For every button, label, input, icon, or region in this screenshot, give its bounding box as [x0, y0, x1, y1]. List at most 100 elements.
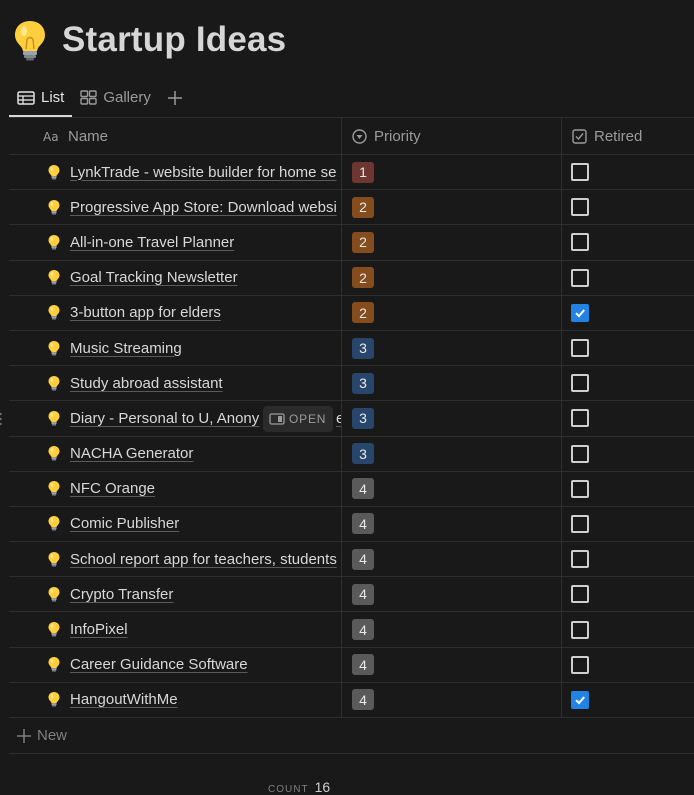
row-name[interactable]: Diary - Personal to U, Anony: [70, 410, 259, 427]
retired-checkbox[interactable]: [571, 339, 589, 358]
retired-checkbox[interactable]: [571, 514, 589, 533]
column-header-name[interactable]: Aa Name: [9, 118, 342, 154]
row-name[interactable]: Progressive App Store: Download websi: [70, 199, 337, 216]
add-view-button[interactable]: [161, 84, 189, 112]
table-row[interactable]: 3-button app for elders 2: [9, 295, 694, 331]
retired-checkbox[interactable]: [571, 550, 589, 569]
priority-cell[interactable]: 2: [342, 260, 562, 295]
name-cell[interactable]: All-in-one Travel Planner: [9, 225, 342, 260]
retired-checkbox[interactable]: [571, 444, 589, 463]
row-name[interactable]: Study abroad assistant: [70, 375, 223, 392]
name-cell[interactable]: NFC Orange: [9, 471, 342, 506]
table-row[interactable]: Crypto Transfer 4: [9, 577, 694, 613]
retired-checkbox[interactable]: [571, 479, 589, 498]
retired-checkbox[interactable]: [571, 233, 589, 252]
priority-cell[interactable]: 4: [342, 647, 562, 682]
retired-cell[interactable]: [562, 472, 694, 506]
row-name[interactable]: Career Guidance Software: [70, 656, 248, 673]
table-row[interactable]: School report app for teachers, students…: [9, 542, 694, 578]
priority-cell[interactable]: 3: [342, 436, 562, 471]
retired-cell[interactable]: [562, 366, 694, 400]
name-cell[interactable]: School report app for teachers, students: [9, 542, 342, 577]
column-header-priority[interactable]: Priority: [342, 118, 562, 154]
priority-cell[interactable]: 3: [342, 366, 562, 401]
new-row-button[interactable]: New: [9, 718, 694, 754]
retired-checkbox[interactable]: [571, 268, 589, 287]
table-row[interactable]: LynkTrade - website builder for home se …: [9, 155, 694, 191]
tab-list[interactable]: List: [9, 78, 73, 117]
priority-cell[interactable]: 4: [342, 506, 562, 542]
retired-cell[interactable]: [562, 437, 694, 471]
row-name[interactable]: NFC Orange: [70, 480, 155, 497]
priority-cell[interactable]: 1: [342, 155, 562, 190]
name-cell[interactable]: Goal Tracking Newsletter: [9, 260, 342, 295]
retired-checkbox[interactable]: [571, 690, 589, 709]
priority-cell[interactable]: 2: [342, 225, 562, 260]
name-cell[interactable]: Progressive App Store: Download websi: [9, 190, 342, 225]
retired-cell[interactable]: [562, 577, 694, 611]
priority-cell[interactable]: 4: [342, 577, 562, 612]
priority-cell[interactable]: 3: [342, 330, 562, 366]
retired-cell[interactable]: [562, 225, 694, 259]
retired-cell[interactable]: [562, 190, 694, 224]
lightbulb-icon[interactable]: [12, 19, 48, 61]
table-row[interactable]: Study abroad assistant 3: [9, 366, 694, 402]
table-row[interactable]: NFC Orange 4: [9, 471, 694, 507]
retired-checkbox[interactable]: [571, 409, 589, 428]
priority-cell[interactable]: 4: [342, 471, 562, 506]
row-name[interactable]: Comic Publisher: [70, 515, 179, 532]
name-cell[interactable]: Diary - Personal to U, Anony OPEN e: [9, 401, 342, 436]
retired-checkbox[interactable]: [571, 198, 589, 217]
retired-cell[interactable]: [562, 507, 694, 541]
row-name[interactable]: All-in-one Travel Planner: [70, 234, 234, 251]
priority-cell[interactable]: 2: [342, 190, 562, 225]
table-row[interactable]: HangoutWithMe 4: [9, 682, 694, 718]
name-cell[interactable]: Crypto Transfer: [9, 577, 342, 612]
table-row[interactable]: All-in-one Travel Planner 2: [9, 225, 694, 261]
table-row[interactable]: NACHA Generator 3: [9, 436, 694, 472]
table-row[interactable]: InfoPixel 4: [9, 612, 694, 648]
table-row[interactable]: Diary - Personal to U, Anony OPEN e 3: [0, 401, 694, 437]
table-row[interactable]: Comic Publisher 4: [9, 506, 694, 543]
name-cell[interactable]: Music Streaming: [9, 330, 342, 366]
name-cell[interactable]: InfoPixel: [9, 612, 342, 647]
retired-cell[interactable]: [562, 155, 694, 189]
retired-checkbox[interactable]: [571, 585, 589, 604]
table-row[interactable]: Goal Tracking Newsletter 2: [9, 260, 694, 296]
retired-cell[interactable]: [562, 401, 694, 435]
retired-checkbox[interactable]: [571, 374, 589, 393]
retired-checkbox[interactable]: [571, 163, 589, 182]
table-row[interactable]: Music Streaming 3: [9, 330, 694, 367]
row-name[interactable]: HangoutWithMe: [70, 691, 178, 708]
retired-cell[interactable]: [562, 683, 694, 717]
name-cell[interactable]: NACHA Generator: [9, 436, 342, 471]
name-cell[interactable]: HangoutWithMe: [9, 682, 342, 717]
row-name[interactable]: 3-button app for elders: [70, 304, 221, 321]
open-page-button[interactable]: OPEN: [263, 406, 334, 433]
row-name[interactable]: School report app for teachers, students: [70, 551, 337, 568]
column-header-retired[interactable]: Retired: [562, 118, 694, 154]
retired-cell[interactable]: [562, 296, 694, 330]
tab-gallery[interactable]: Gallery: [72, 78, 159, 117]
priority-cell[interactable]: 3: [342, 401, 562, 436]
retired-cell[interactable]: [562, 612, 694, 646]
retired-cell[interactable]: [562, 542, 694, 576]
row-name[interactable]: NACHA Generator: [70, 445, 193, 462]
priority-cell[interactable]: 4: [342, 612, 562, 647]
row-name[interactable]: Crypto Transfer: [70, 586, 173, 603]
name-cell[interactable]: LynkTrade - website builder for home se: [9, 155, 342, 190]
row-name[interactable]: Goal Tracking Newsletter: [70, 269, 238, 286]
name-cell[interactable]: Career Guidance Software: [9, 647, 342, 682]
priority-cell[interactable]: 4: [342, 542, 562, 577]
retired-cell[interactable]: [562, 331, 694, 365]
priority-cell[interactable]: 2: [342, 295, 562, 330]
retired-checkbox[interactable]: [571, 303, 589, 322]
row-name[interactable]: Music Streaming: [70, 340, 182, 357]
drag-handle-icon[interactable]: [0, 411, 3, 427]
row-name[interactable]: InfoPixel: [70, 621, 128, 638]
priority-cell[interactable]: 4: [342, 682, 562, 717]
name-cell[interactable]: 3-button app for elders: [9, 295, 342, 330]
row-name[interactable]: LynkTrade - website builder for home se: [70, 164, 337, 181]
retired-checkbox[interactable]: [571, 655, 589, 674]
table-row[interactable]: Progressive App Store: Download websi 2: [9, 190, 694, 226]
